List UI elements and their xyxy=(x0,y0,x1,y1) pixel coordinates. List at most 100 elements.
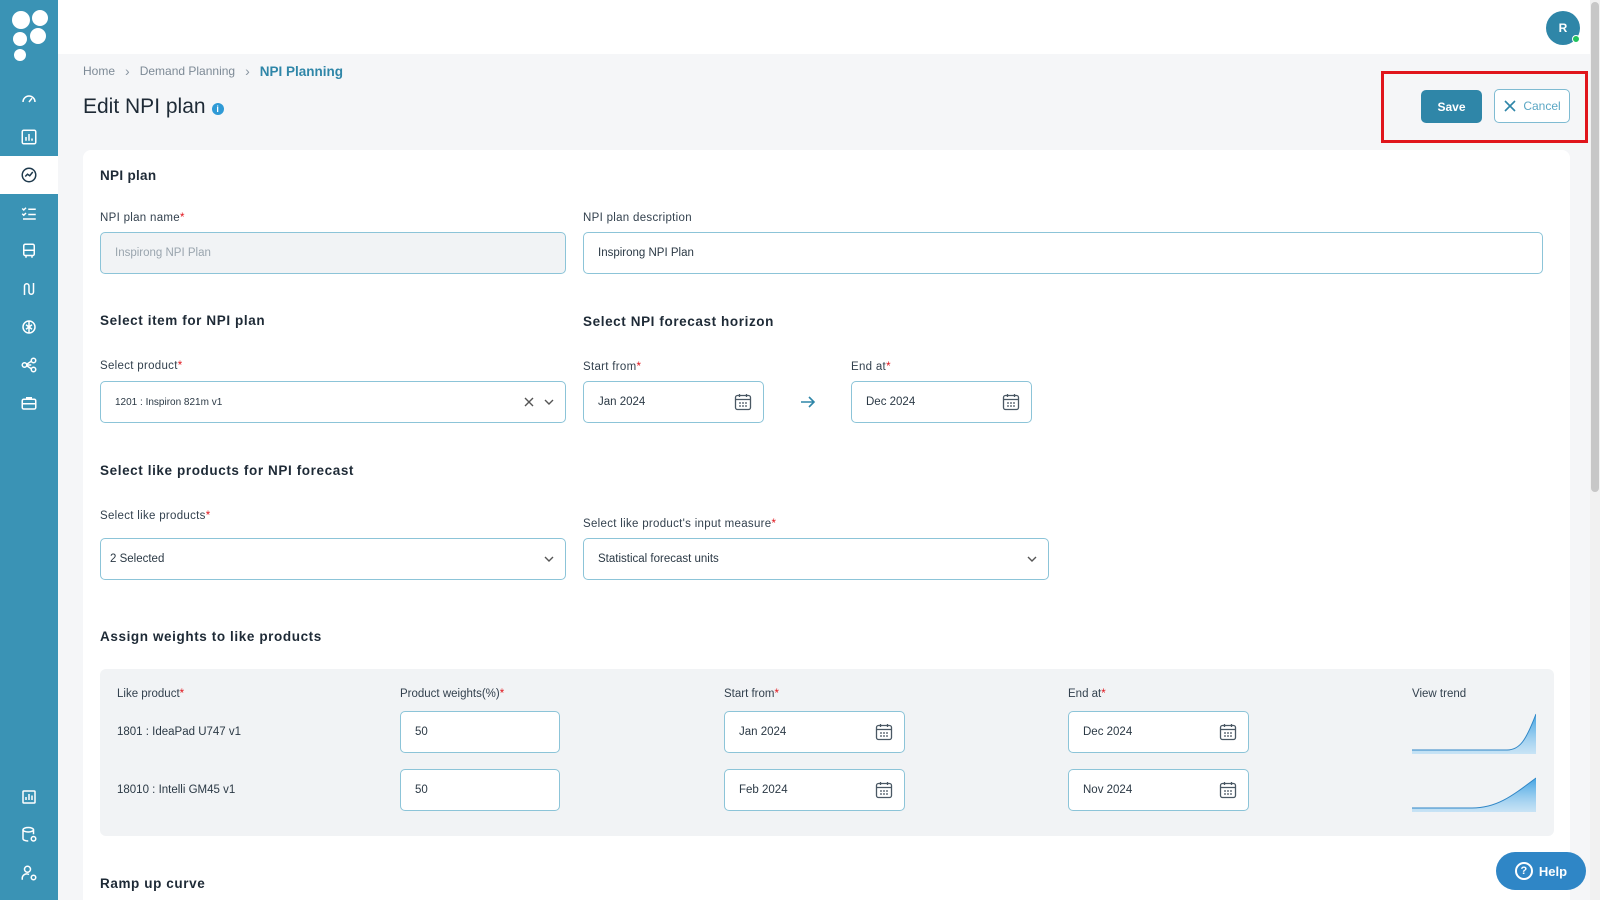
select-like-products-label: Select like products* xyxy=(100,510,211,522)
nav-portfolio[interactable] xyxy=(0,384,58,422)
user-settings-icon xyxy=(21,865,37,881)
select-like-products-value: 2 Selected xyxy=(110,553,165,565)
sidebar xyxy=(0,0,58,900)
header-like-product: Like product* xyxy=(117,688,185,700)
horizon-start-label: Start from* xyxy=(583,361,642,373)
info-icon[interactable]: i xyxy=(211,103,224,115)
calendar-icon[interactable] xyxy=(1218,780,1238,800)
chevron-right-icon: › xyxy=(245,63,250,79)
app-logo[interactable] xyxy=(8,6,52,62)
select-item-section-title: Select item for NPI plan xyxy=(100,313,266,328)
trend-chart-icon xyxy=(1412,713,1537,754)
breadcrumb-home[interactable]: Home xyxy=(83,64,115,78)
bus-icon xyxy=(23,243,35,258)
help-button[interactable]: ? Help xyxy=(1496,852,1586,890)
breadcrumb: Home › Demand Planning › NPI Planning xyxy=(83,63,343,79)
chevron-down-icon[interactable] xyxy=(1026,553,1038,565)
horizon-start-value: Jan 2024 xyxy=(598,396,646,408)
row-1-start-field[interactable]: Jan 2024 xyxy=(724,711,905,753)
calendar-icon[interactable] xyxy=(874,780,894,800)
assign-weights-section-title: Assign weights to like products xyxy=(100,629,322,644)
chevron-right-icon: › xyxy=(125,63,130,79)
help-label: Help xyxy=(1538,863,1568,879)
forecast-horizon-section-title: Select NPI forecast horizon xyxy=(583,314,774,329)
nav-demand-planning[interactable] xyxy=(0,156,58,194)
calendar-icon[interactable] xyxy=(733,392,753,412)
calendar-icon[interactable] xyxy=(1001,392,1021,412)
nav-network[interactable] xyxy=(0,346,58,384)
clear-icon[interactable] xyxy=(523,396,535,408)
header-view-trend: View trend xyxy=(1412,688,1467,700)
ai-icon xyxy=(22,320,36,334)
input-measure-value: Statistical forecast units xyxy=(598,553,719,565)
row-1-end-field[interactable]: Dec 2024 xyxy=(1068,711,1249,753)
scrollbar-thumb[interactable] xyxy=(1591,2,1599,492)
bar-chart-icon xyxy=(21,129,37,145)
header-start-from: Start from* xyxy=(724,688,779,700)
select-product-label: Select product* xyxy=(100,360,183,372)
top-bar xyxy=(58,0,1600,54)
close-icon xyxy=(1504,100,1516,112)
nav-ai[interactable] xyxy=(0,308,58,346)
horizon-end-field[interactable]: Dec 2024 xyxy=(851,381,1032,423)
npi-plan-name-label: NPI plan name* xyxy=(100,212,185,224)
breadcrumb-npi-planning: NPI Planning xyxy=(259,63,344,79)
trend-icon xyxy=(21,167,37,183)
ramp-up-section-title: Ramp up curve xyxy=(100,876,206,891)
avatar-initial: R xyxy=(1558,21,1568,35)
row-2-product: 18010 : Intelli GM45 v1 xyxy=(117,784,236,796)
input-measure-dropdown[interactable]: Statistical forecast units xyxy=(583,538,1049,580)
trend-chart-icon xyxy=(1412,777,1537,812)
npi-plan-description-label: NPI plan description xyxy=(583,212,692,224)
nav-transport[interactable] xyxy=(0,232,58,270)
npi-plan-name-field: Inspirong NPI Plan xyxy=(100,232,566,274)
nav-routes[interactable] xyxy=(0,270,58,308)
arrow-right-icon xyxy=(801,396,816,408)
nav-user-settings[interactable] xyxy=(0,854,58,892)
page-title-text: Edit NPI plan xyxy=(83,95,206,118)
row-1-trend-sparkline[interactable] xyxy=(1412,710,1537,759)
save-button[interactable]: Save xyxy=(1421,90,1482,123)
header-product-weights: Product weights(%)* xyxy=(400,688,505,700)
chevron-down-icon[interactable] xyxy=(543,396,555,408)
like-products-section-title: Select like products for NPI forecast xyxy=(100,463,355,478)
report-icon xyxy=(22,790,36,804)
gauge-icon xyxy=(22,95,36,103)
horizon-start-field[interactable]: Jan 2024 xyxy=(583,381,764,423)
network-icon xyxy=(21,357,37,373)
page-title: Edit NPI plan i xyxy=(83,95,224,119)
route-icon xyxy=(23,283,35,295)
row-1-weight-input[interactable]: 50 xyxy=(400,711,560,753)
select-product-value: 1201 : Inspiron 821m v1 xyxy=(115,396,223,408)
header-end-at: End at* xyxy=(1068,688,1106,700)
checklist-icon xyxy=(21,207,36,220)
nav-data-settings[interactable] xyxy=(0,816,58,854)
help-icon: ? xyxy=(1514,862,1533,880)
row-2-end-field[interactable]: Nov 2024 xyxy=(1068,769,1249,811)
horizon-end-value: Dec 2024 xyxy=(866,396,916,408)
calendar-icon[interactable] xyxy=(1218,722,1238,742)
npi-plan-section-title: NPI plan xyxy=(100,168,157,183)
cancel-button[interactable]: Cancel xyxy=(1494,89,1570,123)
row-2-start-field[interactable]: Feb 2024 xyxy=(724,769,905,811)
npi-plan-name-value: Inspirong NPI Plan xyxy=(115,247,211,259)
nav-analytics[interactable] xyxy=(0,118,58,156)
row-2-weight-input[interactable]: 50 xyxy=(400,769,560,811)
npi-plan-description-field[interactable]: Inspirong NPI Plan xyxy=(583,232,1543,274)
nav-reports[interactable] xyxy=(0,778,58,816)
database-settings-icon xyxy=(22,826,37,842)
row-1-product: 1801 : IdeaPad U747 v1 xyxy=(117,726,242,738)
horizon-end-label: End at* xyxy=(851,361,891,373)
nav-tasks[interactable] xyxy=(0,194,58,232)
cancel-label: Cancel xyxy=(1523,99,1561,113)
calendar-icon[interactable] xyxy=(874,722,894,742)
select-product-dropdown[interactable]: 1201 : Inspiron 821m v1 xyxy=(100,381,566,423)
chevron-down-icon[interactable] xyxy=(543,553,555,565)
input-measure-label: Select like product's input measure* xyxy=(583,518,777,530)
row-2-trend-sparkline[interactable] xyxy=(1412,768,1537,817)
nav-dashboard[interactable] xyxy=(0,80,58,118)
online-status-dot xyxy=(1572,35,1580,43)
select-like-products-dropdown[interactable]: 2 Selected xyxy=(100,538,566,580)
briefcase-icon xyxy=(21,397,37,410)
breadcrumb-demand-planning[interactable]: Demand Planning xyxy=(140,64,235,78)
